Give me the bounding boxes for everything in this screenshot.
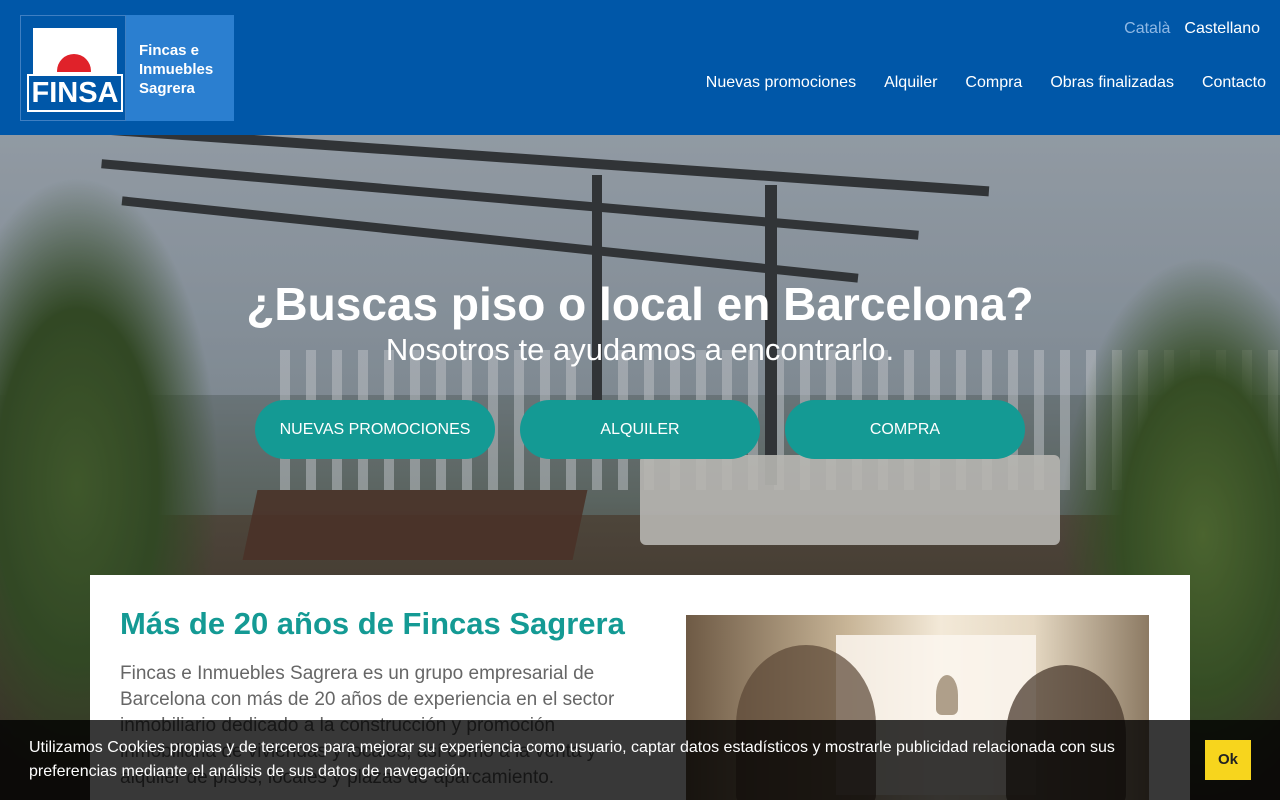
logo-name-line-1: Fincas e: [139, 42, 200, 59]
compra-button[interactable]: COMPRA: [785, 400, 1025, 459]
logo-name-line-2: Inmuebles: [139, 61, 214, 78]
nav-contacto[interactable]: Contacto: [1202, 74, 1266, 92]
lang-catala-link[interactable]: Català: [1124, 20, 1170, 38]
nuevas-promociones-button[interactable]: NUEVAS PROMOCIONES: [255, 400, 495, 459]
logo-company-name: Fincas e Inmuebles Sagrera: [126, 15, 234, 121]
logo-wordmark: FINSA: [27, 74, 123, 112]
logo-mark: FINSA: [20, 15, 126, 121]
main-nav: Nuevas promociones Alquiler Compra Obras…: [706, 74, 1266, 92]
intro-title: Más de 20 años de Fincas Sagrera: [120, 606, 625, 641]
hero-title: ¿Buscas piso o local en Barcelona?: [246, 278, 1034, 330]
cookie-banner: Utilizamos Cookies propias y de terceros…: [0, 720, 1280, 800]
logo-name-line-3: Sagrera: [139, 80, 195, 97]
site-header: FINSA Fincas e Inmuebles Sagrera Català …: [0, 0, 1280, 135]
alquiler-button[interactable]: ALQUILER: [520, 400, 760, 459]
nav-compra[interactable]: Compra: [965, 74, 1022, 92]
finsa-logo[interactable]: FINSA Fincas e Inmuebles Sagrera: [20, 15, 234, 121]
nav-obras-finalizadas[interactable]: Obras finalizadas: [1050, 74, 1174, 92]
language-switcher: Català Castellano: [1124, 20, 1260, 38]
hero-subtitle: Nosotros te ayudamos a encontrarlo.: [385, 332, 895, 367]
cookie-text: Utilizamos Cookies propias y de terceros…: [29, 739, 1115, 780]
cookie-ok-button[interactable]: Ok: [1205, 740, 1251, 780]
nav-nuevas-promociones[interactable]: Nuevas promociones: [706, 74, 856, 92]
nav-alquiler[interactable]: Alquiler: [884, 74, 937, 92]
photo-person-back: [936, 675, 958, 715]
lang-castellano-link[interactable]: Castellano: [1184, 20, 1260, 38]
